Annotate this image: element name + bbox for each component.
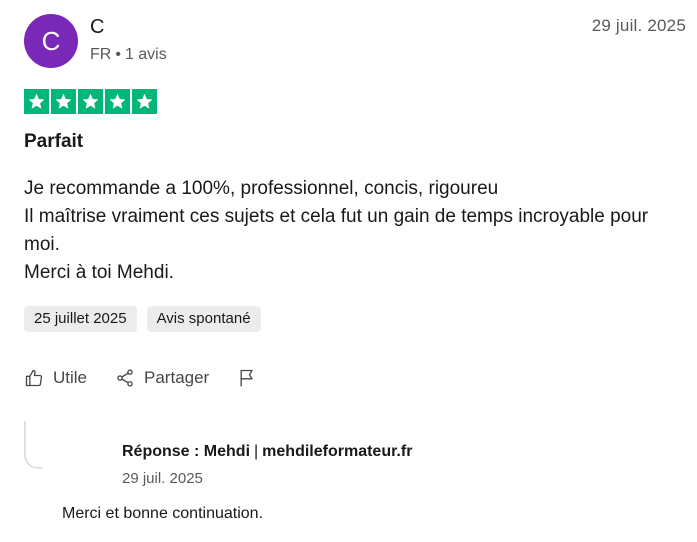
reply-label: Réponse : Mehdi [122,443,251,460]
review-body: Je recommande a 100%, professionnel, con… [24,175,684,287]
reviewer-name[interactable]: C [90,16,104,39]
review-tags: 25 juillet 2025 Avis spontané [24,306,261,332]
review-body-line: Merci à toi Mehdi. [24,262,174,283]
avatar: C [24,14,78,68]
flag-icon [240,369,253,387]
reply-separator: | [254,443,259,460]
review-type-badge: Avis spontané [146,306,261,332]
star-rating [24,89,157,114]
reply-text: Merci et bonne continuation. [62,505,264,522]
star-icon [51,89,76,114]
useful-button[interactable]: Utile [24,368,87,388]
share-button[interactable]: Partager [115,368,209,388]
share-label: Partager [144,368,210,387]
review-body-line: Je recommande a 100%, professionnel, con… [24,178,499,199]
star-icon [78,89,103,114]
reviewer-meta: FR • 1 avis [90,46,167,64]
reviewer-review-count: 1 avis [124,46,167,63]
report-button[interactable] [237,368,257,388]
reply-company[interactable]: mehdileformateur.fr [262,443,412,460]
reply-connector [24,421,42,469]
thumbs-up-icon [25,369,43,387]
review-body-line: Il maîtrise vraiment ces sujets et cela … [24,206,649,255]
review-actions: Utile Partager [24,368,257,388]
reviewer-country: FR [90,46,112,63]
reply-date: 29 juil. 2025 [122,470,203,487]
review-title: Parfait [24,131,84,152]
meta-separator: • [115,46,121,63]
star-icon [132,89,157,114]
experience-date-badge: 25 juillet 2025 [24,306,137,332]
share-icon [117,369,133,387]
reply-header: Réponse : Mehdi | mehdileformateur.fr [122,443,412,461]
useful-label: Utile [53,368,88,387]
star-icon [105,89,130,114]
review-date: 29 juil. 2025 [591,16,686,35]
star-icon [24,89,49,114]
